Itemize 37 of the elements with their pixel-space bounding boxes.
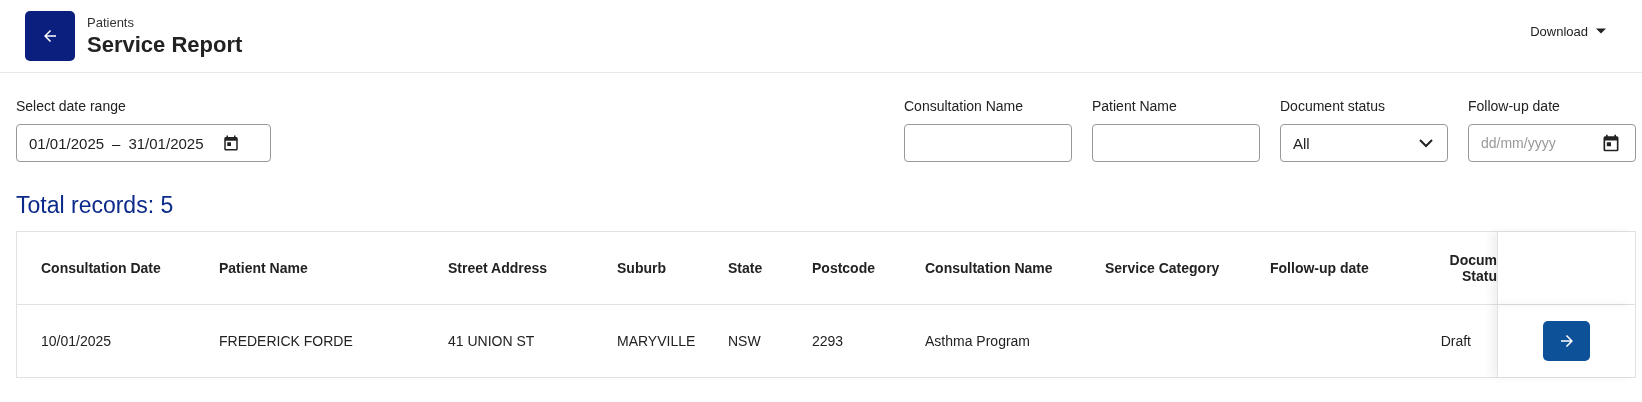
field-label: Consultation Name — [904, 98, 1025, 114]
table-cell: FREDERICK FORDE — [219, 333, 353, 349]
input-field[interactable] — [904, 124, 1072, 162]
field-label: Follow-up date — [1468, 98, 1561, 114]
field-label: Patient Name — [1092, 98, 1178, 114]
column-header: Patient Name — [219, 260, 308, 276]
column-header: Postcode — [812, 260, 875, 276]
table-cell: 41 UNION ST — [448, 333, 535, 349]
open-row-button[interactable] — [1543, 321, 1590, 361]
field-label: Select date range — [16, 98, 127, 114]
field-label: Document status — [1280, 98, 1387, 114]
column-header: Follow-up date — [1270, 260, 1369, 276]
table-cell: 10/01/2025 — [41, 333, 112, 349]
column-header: Consultation Date — [41, 260, 161, 276]
column-header: Street Address — [448, 260, 548, 276]
column-header: Suburb — [617, 260, 666, 276]
calendar-icon — [1601, 133, 1621, 153]
column-header: Consultation Name — [925, 260, 1053, 276]
download-button[interactable]: Download — [1524, 22, 1612, 40]
table-cell: MARYVILLE — [617, 333, 696, 349]
table-cell: NSW — [728, 333, 761, 349]
column-header: State — [728, 260, 763, 276]
page-title: Service Report — [87, 31, 243, 58]
calendar-icon — [221, 134, 240, 152]
table-cell: 2293 — [812, 333, 844, 349]
back-button[interactable] — [25, 11, 75, 61]
status-dropdown[interactable]: All — [1280, 124, 1448, 162]
caret-icon — [1596, 28, 1606, 34]
column-header: Service Category — [1105, 260, 1220, 276]
table-cell: Draft — [1440, 333, 1471, 349]
chevron-down-icon — [1419, 138, 1433, 148]
table-cell: Asthma Program — [925, 333, 1031, 349]
column-header: Docum Statu — [1448, 252, 1497, 284]
total-records: Total records: 5 — [15, 191, 175, 220]
breadcrumb: Patients — [87, 14, 135, 30]
input-field[interactable] — [1092, 124, 1260, 162]
date-range-field[interactable]: 01/01/2025 – 31/01/2025 — [16, 124, 271, 162]
